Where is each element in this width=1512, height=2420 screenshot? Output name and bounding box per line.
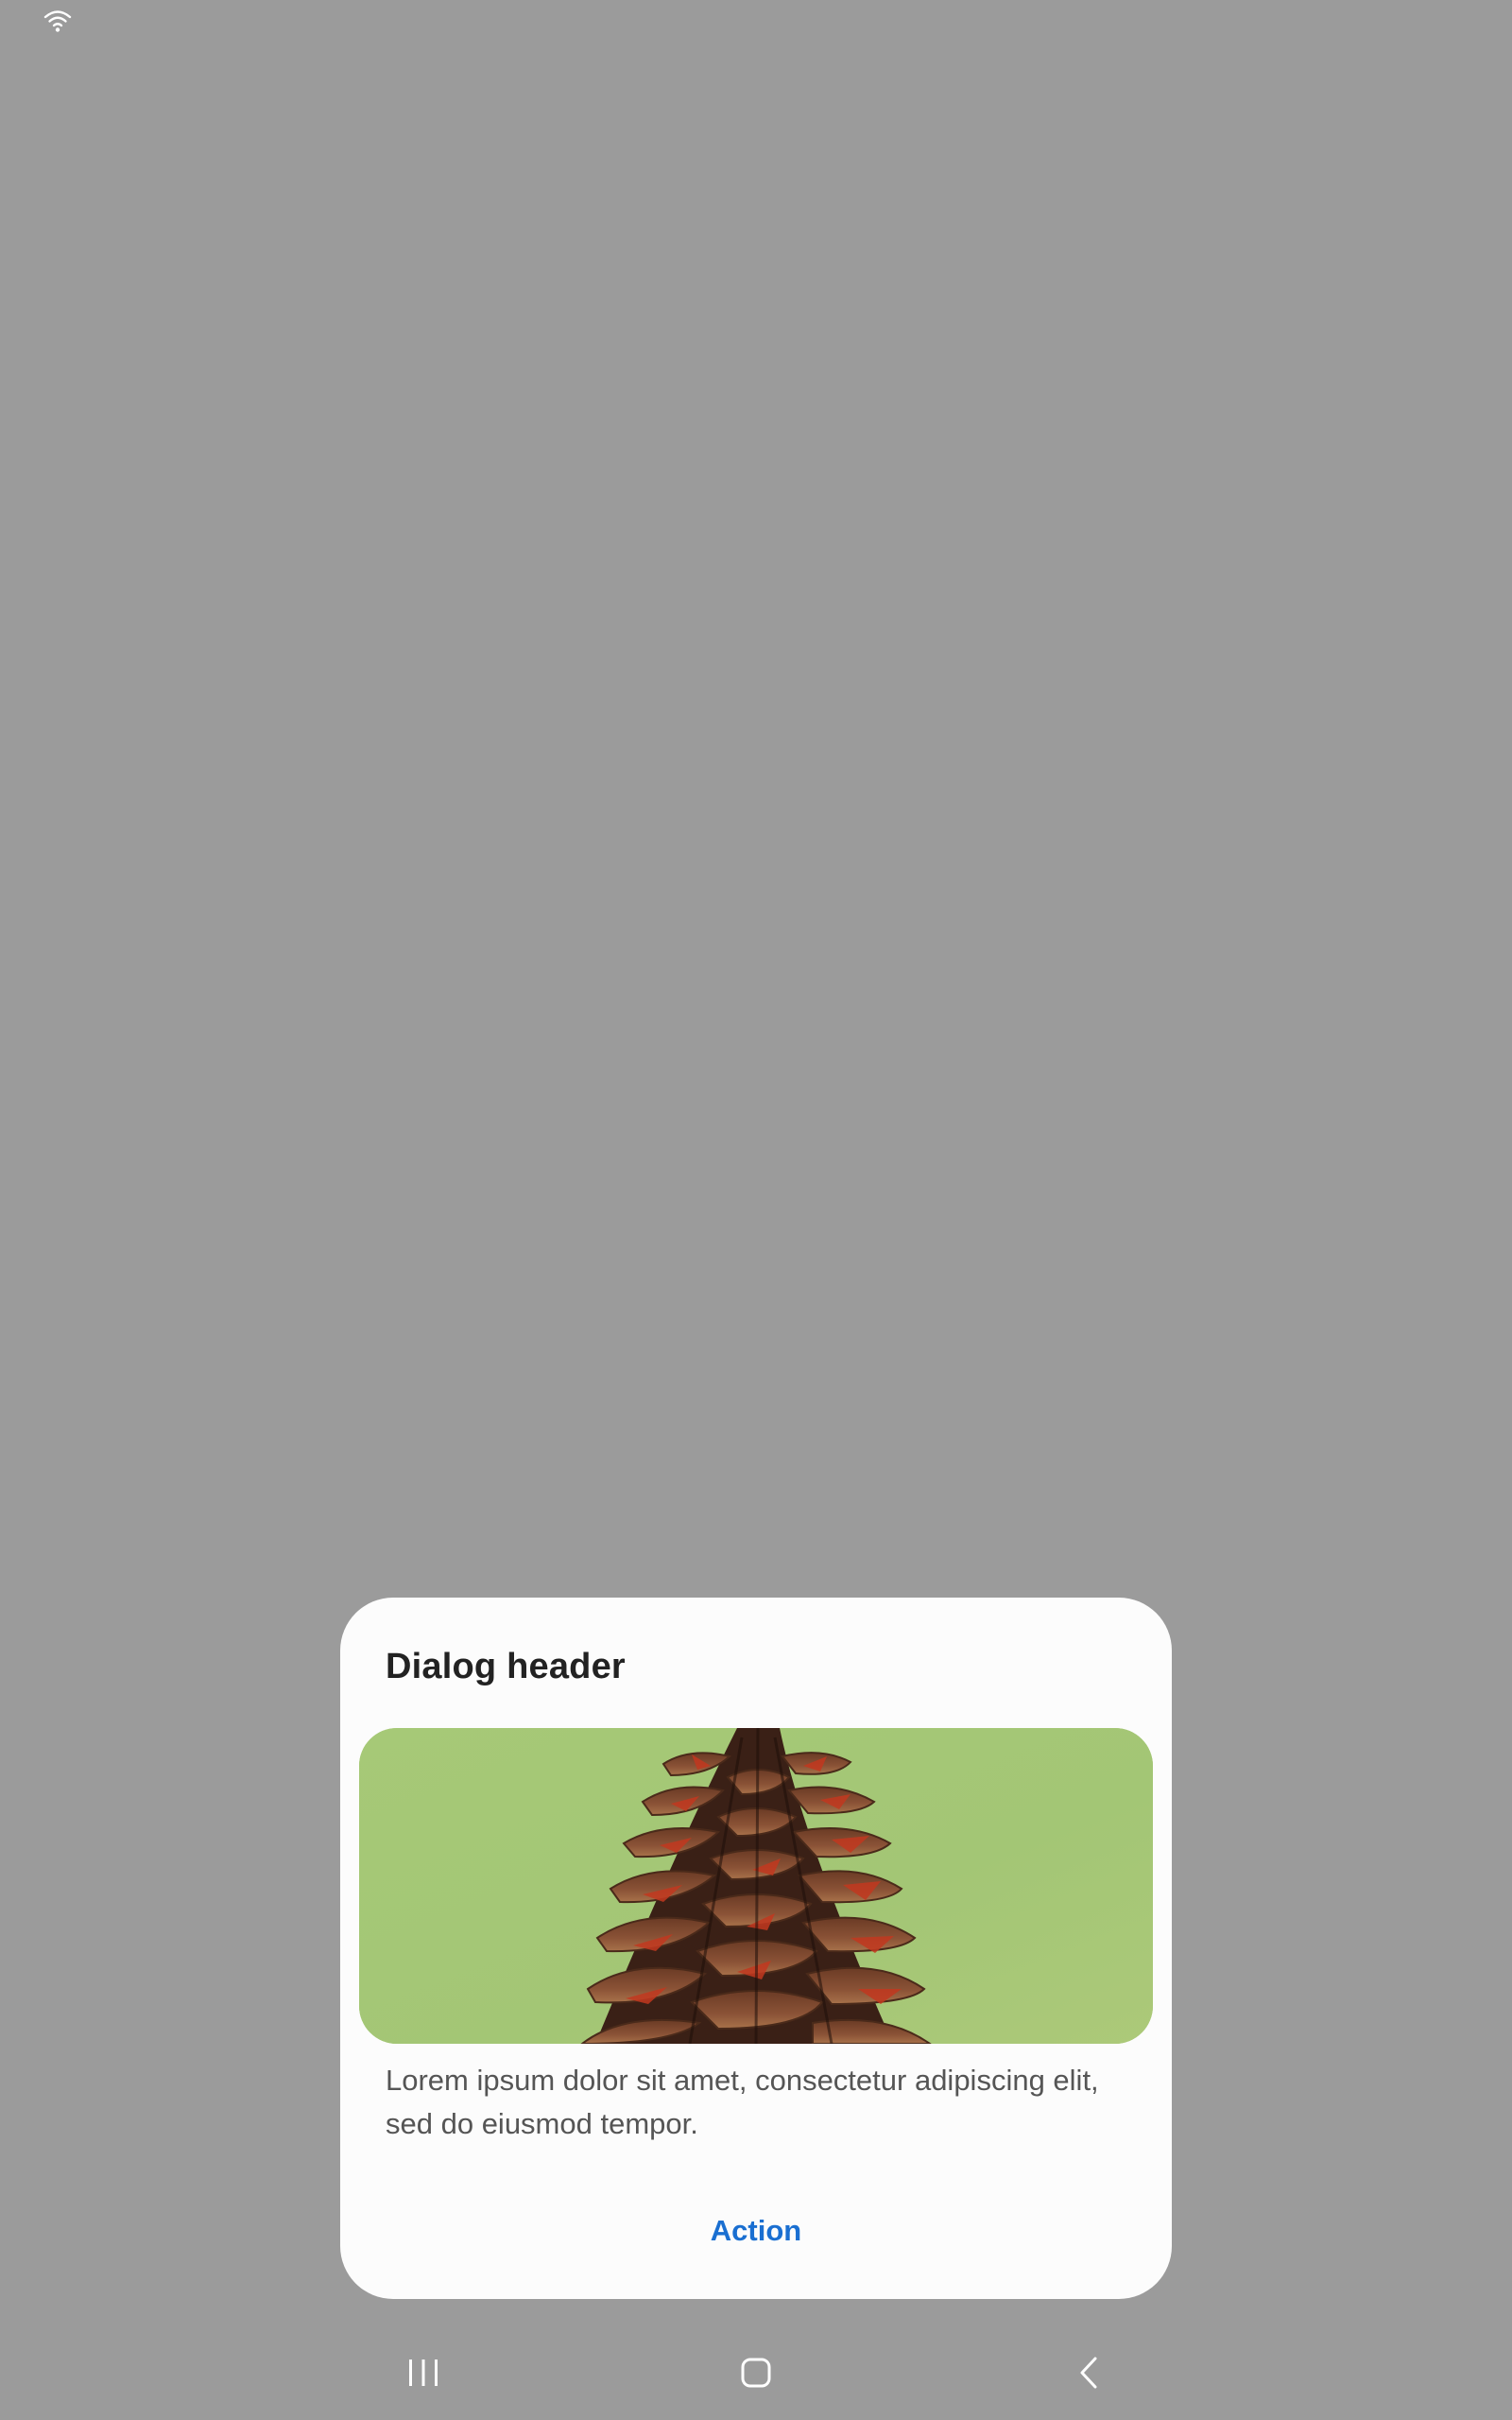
home-icon (741, 2358, 771, 2388)
home-button[interactable] (699, 2325, 813, 2420)
status-bar (0, 0, 1512, 45)
pine-cone-image (359, 1728, 1153, 2044)
back-button[interactable] (1032, 2325, 1145, 2420)
dialog-header: Dialog header (386, 1647, 626, 1686)
recents-button[interactable] (367, 2325, 480, 2420)
navigation-bar (0, 2325, 1512, 2420)
dialog-body-text: Lorem ipsum dolor sit amet, consectetur … (386, 2064, 1099, 2140)
wifi-icon (43, 10, 72, 32)
dialog: Dialog header Lorem ipsum dolor sit amet… (340, 1598, 1172, 2299)
action-button[interactable]: Action (340, 2199, 1172, 2263)
back-icon (1080, 2357, 1097, 2389)
recents-icon (409, 2360, 438, 2386)
